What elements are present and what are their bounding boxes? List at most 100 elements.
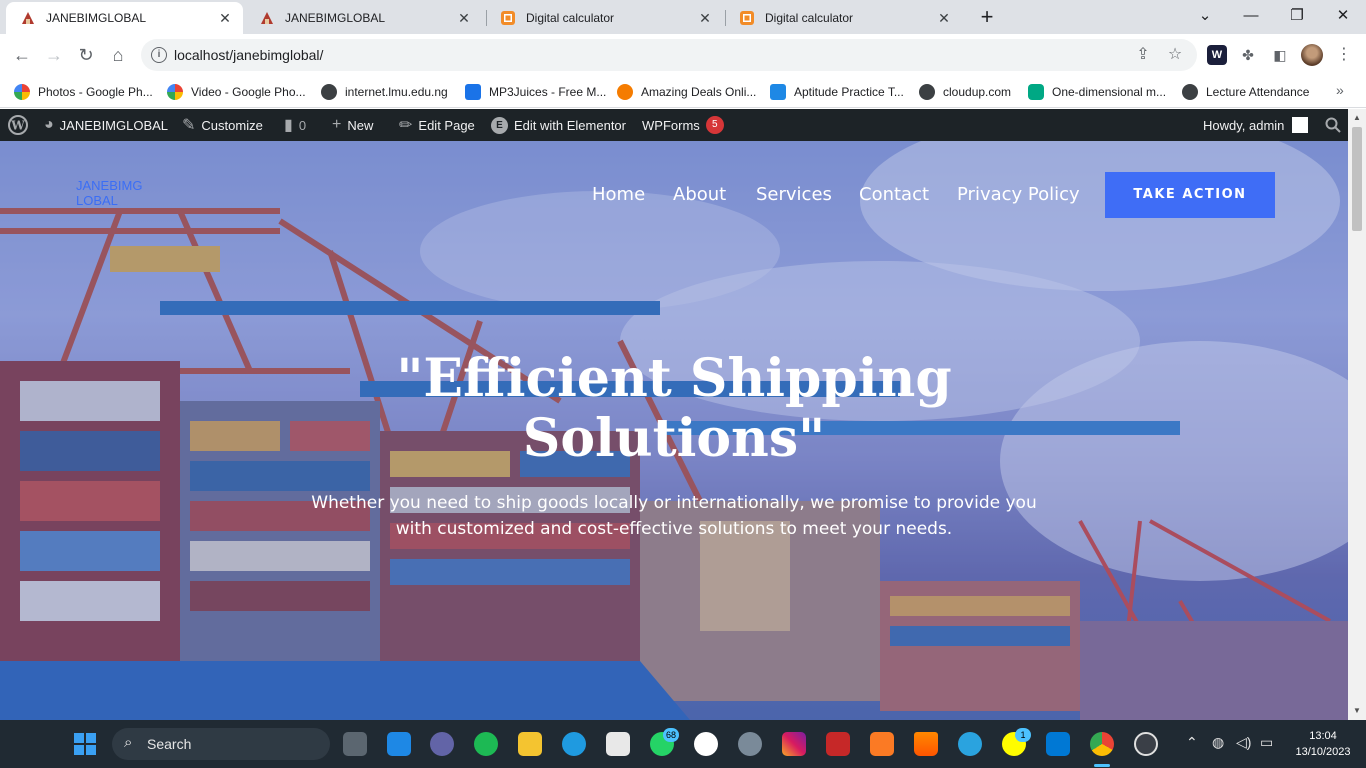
take-action-button[interactable]: TAKE ACTION — [1105, 172, 1275, 218]
scroll-up-icon[interactable]: ▲ — [1352, 113, 1362, 123]
wp-edit-elementor[interactable]: E Edit with Elementor — [491, 109, 626, 141]
teams-chat-icon[interactable] — [430, 732, 454, 756]
close-icon[interactable]: ✕ — [217, 10, 233, 26]
widgets-icon[interactable] — [387, 732, 411, 756]
windows-start-icon[interactable] — [73, 732, 97, 756]
bookmark-item[interactable]: Aptitude Practice T... — [770, 82, 904, 102]
site-logo[interactable]: JANEBIMG LOBAL — [76, 178, 186, 208]
settings-gear-icon[interactable] — [738, 732, 762, 756]
dashboard-icon: ◕ — [44, 116, 54, 133]
bookmark-item[interactable]: Lecture Attendance — [1182, 82, 1309, 102]
wp-new[interactable]: + New — [332, 109, 373, 141]
elementor-icon: E — [491, 116, 508, 134]
bookmark-item[interactable]: One-dimensional m... — [1028, 82, 1166, 102]
tab-janebimglobal-1[interactable]: JANEBIMGLOBAL ✕ — [6, 2, 243, 34]
close-icon[interactable]: ✕ — [456, 10, 472, 26]
telegram-icon[interactable] — [958, 732, 982, 756]
tray-overflow-icon[interactable]: ⌃ — [1186, 734, 1198, 751]
task-view-icon[interactable] — [343, 732, 367, 756]
scroll-down-icon[interactable]: ▼ — [1352, 706, 1362, 716]
media-player-icon[interactable] — [1134, 732, 1158, 756]
github-icon[interactable] — [694, 732, 718, 756]
nav-privacy-policy[interactable]: Privacy Policy — [957, 184, 1080, 205]
bookmark-item[interactable]: cloudup.com — [919, 82, 1011, 102]
close-icon[interactable]: ✕ — [697, 10, 713, 26]
wp-edit-page[interactable]: ✏ Edit Page — [399, 109, 475, 141]
globe-icon — [919, 84, 935, 100]
plus-icon: + — [332, 116, 342, 133]
janebim-favicon-icon — [22, 12, 34, 24]
menu-kebab-icon[interactable]: ⋮ — [1334, 45, 1354, 65]
close-window-button[interactable]: ✕ — [1320, 0, 1366, 34]
chrome-icon[interactable] — [1090, 732, 1114, 756]
nav-services[interactable]: Services — [756, 184, 832, 205]
tab-digital-calculator-2[interactable]: Digital calculator ✕ — [725, 2, 962, 34]
close-icon[interactable]: ✕ — [936, 10, 952, 26]
clock-time: 13:04 — [1309, 730, 1337, 742]
globe-icon — [321, 84, 337, 100]
nav-home[interactable]: Home — [592, 184, 645, 205]
tab-digital-calculator-1[interactable]: Digital calculator ✕ — [486, 2, 723, 34]
volume-icon[interactable]: ◁) — [1236, 734, 1251, 751]
nav-contact[interactable]: Contact — [859, 184, 929, 205]
home-button[interactable]: ⌂ — [104, 41, 132, 69]
vlc-icon[interactable] — [914, 732, 938, 756]
nav-about[interactable]: About — [673, 184, 726, 205]
extension-icon[interactable]: W — [1207, 45, 1227, 65]
taskbar-clock[interactable]: 13:04 13/10/2023 — [1288, 728, 1358, 760]
tab-title: JANEBIMGLOBAL — [46, 11, 147, 25]
wp-site-name[interactable]: ◕ JANEBIMGLOBAL — [44, 109, 168, 141]
microsoft-store-icon[interactable] — [606, 732, 630, 756]
bookmarks-overflow-icon[interactable]: » — [1336, 82, 1344, 98]
calculator-favicon-icon — [740, 11, 754, 25]
bookmark-label: Amazing Deals Onli... — [641, 85, 757, 99]
share-icon[interactable]: ⇪ — [1133, 45, 1153, 65]
file-explorer-icon[interactable] — [518, 732, 542, 756]
wp-comments[interactable]: ▮ 0 — [284, 109, 306, 141]
pdf-reader-icon[interactable] — [826, 732, 850, 756]
edge-icon[interactable] — [562, 732, 586, 756]
page-viewport: JANEBIMG LOBAL Home About Services Conta… — [0, 141, 1348, 720]
xampp-icon[interactable] — [870, 732, 894, 756]
address-bar[interactable]: i localhost/janebimglobal/ ⇪ ☆ — [141, 39, 1197, 71]
side-panel-icon[interactable]: ◧ — [1270, 45, 1290, 65]
bookmark-item[interactable]: Amazing Deals Onli... — [617, 82, 756, 102]
back-button[interactable]: ← — [8, 41, 36, 69]
bookmark-item[interactable]: internet.lmu.edu.ng — [321, 82, 448, 102]
bookmark-star-icon[interactable]: ☆ — [1165, 45, 1185, 65]
bookmark-item[interactable]: MP3Juices - Free M... — [465, 82, 606, 102]
battery-icon[interactable]: ▭ — [1260, 734, 1273, 751]
taskbar-search[interactable]: ⌕ Search — [112, 728, 330, 760]
tab-janebimglobal-2[interactable]: JANEBIMGLOBAL ✕ — [245, 2, 482, 34]
svg-text:W: W — [10, 119, 25, 133]
scrollbar-thumb[interactable] — [1352, 127, 1362, 231]
new-tab-button[interactable]: + — [973, 4, 1001, 32]
wp-customize[interactable]: ✎ Customize — [182, 109, 263, 141]
whatsapp-badge: 68 — [663, 728, 679, 742]
forward-button[interactable]: → — [40, 41, 68, 69]
bookmark-item[interactable]: Photos - Google Ph... — [14, 82, 153, 102]
profile-avatar[interactable] — [1301, 44, 1323, 66]
wp-elementor-label: Edit with Elementor — [514, 117, 626, 133]
taskbar-search-label: Search — [147, 736, 192, 752]
hero-subheadline: Whether you need to ship goods locally o… — [300, 490, 1048, 542]
extensions-puzzle-icon[interactable]: ✤ — [1238, 45, 1258, 65]
wp-wpforms-label: WPForms — [642, 117, 700, 133]
tab-search-button[interactable]: ⌄ — [1182, 0, 1228, 34]
wp-site-label: JANEBIMGLOBAL — [59, 117, 169, 133]
bookmark-item[interactable]: Video - Google Pho... — [167, 82, 306, 102]
restore-button[interactable]: ❐ — [1274, 0, 1320, 34]
wp-howdy-account[interactable]: Howdy, admin — [1203, 109, 1309, 141]
site-info-icon[interactable]: i — [151, 47, 167, 63]
comment-icon: ▮ — [284, 117, 293, 134]
instagram-icon[interactable] — [782, 732, 806, 756]
spotify-icon[interactable] — [474, 732, 498, 756]
wp-search-icon[interactable] — [1325, 109, 1341, 141]
wp-wpforms[interactable]: WPForms 5 — [642, 109, 724, 141]
language-globe-icon[interactable]: ◍ — [1212, 734, 1224, 751]
wordpress-logo-icon[interactable]: W — [8, 109, 28, 141]
page-scrollbar[interactable]: ▲ ▼ — [1348, 109, 1366, 720]
vscode-icon[interactable] — [1046, 732, 1070, 756]
reload-button[interactable]: ↻ — [72, 41, 100, 69]
minimize-button[interactable]: — — [1228, 0, 1274, 34]
